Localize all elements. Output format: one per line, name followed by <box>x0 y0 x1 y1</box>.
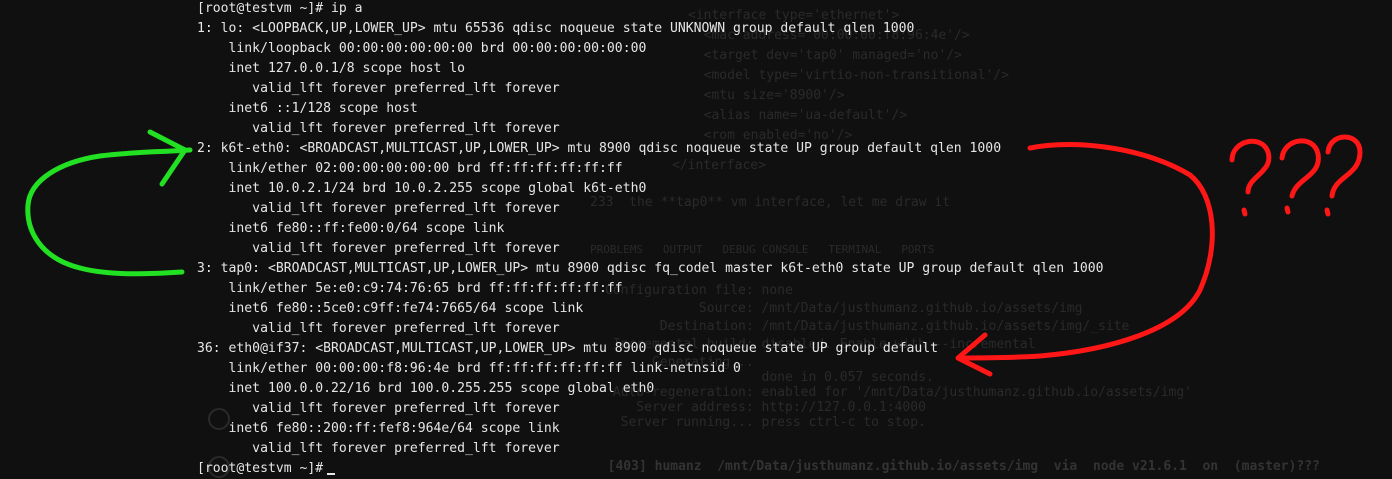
bg-xml-line: <model type='virtio-non-transitional'/> <box>688 68 1009 83</box>
bg-shell-prompt: [403] humanz /mnt/Data/justhumanz.github… <box>592 459 1320 474</box>
output-line: link/ether 02:00:00:00:00:00 brd ff:ff:f… <box>197 161 623 176</box>
output-line: valid_lft forever preferred_lft forever <box>197 81 560 96</box>
output-line: link/loopback 00:00:00:00:00:00 brd 00:0… <box>197 41 647 56</box>
interface-header-lo: 1: lo: <LOOPBACK,UP,LOWER_UP> mtu 65536 … <box>197 21 915 36</box>
bg-server-line: Auto-regeneration: enabled for '/mnt/Dat… <box>605 385 1192 400</box>
bg-xml-line: </interface> <box>672 158 766 173</box>
prompt-line[interactable]: [root@testvm ~]# <box>197 459 336 479</box>
output-line: link/ether 00:00:00:f8:96:4e brd ff:ff:f… <box>197 361 741 376</box>
interface-header-k6t-eth0: 2: k6t-eth0: <BROADCAST,MULTICAST,UP,LOW… <box>197 141 1002 156</box>
text-cursor <box>327 473 336 475</box>
output-line: valid_lft forever preferred_lft forever <box>197 401 560 416</box>
bg-server-line: Server address: http://127.0.0.1:4000 <box>605 400 926 415</box>
output-line: inet6 fe80::5ce0:c9ff:fe74:7665/64 scope… <box>197 301 584 316</box>
bg-server-line: Server running... press ctrl-c to stop. <box>605 415 926 430</box>
output-line: link/ether 5e:e0:c9:74:76:65 brd ff:ff:f… <box>197 281 623 296</box>
bg-xml-line: <target dev='tap0' managed='no'/> <box>688 48 962 63</box>
interface-header-eth0: 36: eth0@if37: <BROADCAST,MULTICAST,UP,L… <box>197 341 939 356</box>
output-line: valid_lft forever preferred_lft forever <box>197 241 560 256</box>
bg-server-line: Destination: /mnt/Data/justhumanz.github… <box>605 319 1130 334</box>
output-line: inet6 fe80::200:ff:fef8:964e/64 scope li… <box>197 421 560 436</box>
output-line: valid_lft forever preferred_lft forever <box>197 441 560 456</box>
prompt-text: [root@testvm ~]# <box>197 461 324 476</box>
terminal-window[interactable]: <interface type='ethernet'> <mac address… <box>0 0 1392 479</box>
question-marks-annotation <box>1229 134 1363 217</box>
output-line: inet 127.0.0.1/8 scope host lo <box>197 61 466 76</box>
output-line: valid_lft forever preferred_lft forever <box>197 321 560 336</box>
bg-xml-line: <mtu size='8900'/> <box>688 88 845 103</box>
output-line: valid_lft forever preferred_lft forever <box>197 121 560 136</box>
bg-server-line: Configuration file: none <box>605 283 793 298</box>
interface-header-tap0: 3: tap0: <BROADCAST,MULTICAST,UP,LOWER_U… <box>197 261 1104 276</box>
command-line: [root@testvm ~]# ip a <box>197 1 363 16</box>
output-line: inet 100.0.0.22/16 brd 100.0.255.255 sco… <box>197 381 655 396</box>
green-loop-arrow <box>25 147 193 277</box>
bg-server-line: Source: /mnt/Data/justhumanz.github.io/a… <box>605 301 1083 316</box>
bg-panel-tabs[interactable]: PROBLEMS OUTPUT DEBUG CONSOLE TERMINAL P… <box>590 243 934 256</box>
green-arrowhead <box>147 129 188 187</box>
bg-xml-line: <alias name='ua-default'/> <box>688 108 908 123</box>
output-line: inet6 fe80::ff:fe00:0/64 scope link <box>197 221 505 236</box>
output-line: valid_lft forever preferred_lft forever <box>197 201 560 216</box>
output-line: inet6 ::1/128 scope host <box>197 101 418 116</box>
output-line: inet 10.0.2.1/24 brd 10.0.2.255 scope gl… <box>197 181 647 196</box>
